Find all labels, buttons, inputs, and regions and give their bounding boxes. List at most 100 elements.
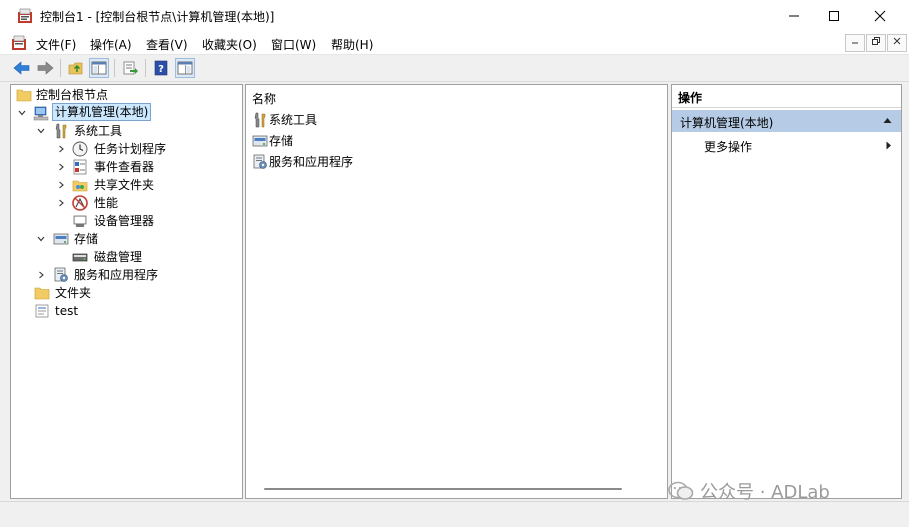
action-pane-icon <box>177 61 193 75</box>
tree-node-folder[interactable]: 文件夹 <box>11 284 241 302</box>
disk-icon <box>72 253 88 262</box>
tree-node-computer-management[interactable]: 计算机管理(本地) <box>11 103 241 122</box>
chevron-right-icon[interactable] <box>37 271 45 279</box>
help-button[interactable]: ? <box>151 58 171 78</box>
export-list-button[interactable] <box>120 58 140 78</box>
action-section-title: 计算机管理(本地) <box>680 116 774 130</box>
menu-bar: 文件(F) 操作(A) 查看(V) 收藏夹(O) 窗口(W) 帮助(H) <box>0 32 909 55</box>
toolbar-separator <box>60 59 61 77</box>
console-menu-icon[interactable] <box>11 35 27 51</box>
action-pane-header: 操作 <box>672 85 901 108</box>
chevron-right-icon[interactable] <box>57 145 65 153</box>
console-tree-pane: 控制台根节点 计算机管理(本地) 系统工具 任务计划程序 事件查看器 共享文件夹… <box>10 84 243 499</box>
tree-label-system-tools: 系统工具 <box>74 124 123 138</box>
submenu-arrow-icon <box>886 141 891 150</box>
chevron-down-icon[interactable] <box>18 109 26 117</box>
tree-label-root: 控制台根节点 <box>36 88 109 102</box>
up-one-level-button[interactable] <box>66 58 86 78</box>
tree-node-device-manager[interactable]: 设备管理器 <box>11 212 241 230</box>
tree-label-services-apps: 服务和应用程序 <box>74 268 159 282</box>
menu-window[interactable]: 窗口(W) <box>271 36 316 53</box>
storage-icon <box>53 233 69 245</box>
more-actions-label: 更多操作 <box>704 140 753 154</box>
list-item[interactable]: 系统工具 <box>250 111 450 129</box>
menu-file[interactable]: 文件(F) <box>36 36 76 53</box>
folder-up-icon <box>68 62 83 75</box>
tree-node-event-viewer[interactable]: 事件查看器 <box>11 158 241 176</box>
minimize-icon <box>789 15 799 17</box>
watermark-text: 公众号 · ADLab <box>700 482 830 503</box>
restore-icon <box>872 37 880 45</box>
title-bar: 控制台1 - [控制台根节点\计算机管理(本地)] <box>0 0 909 32</box>
minimize-icon <box>852 42 858 44</box>
close-button[interactable] <box>857 0 903 32</box>
mmc-app-icon <box>18 8 32 23</box>
list-item[interactable]: 存储 <box>250 132 450 150</box>
shared-folder-icon <box>72 180 88 192</box>
menu-view[interactable]: 查看(V) <box>146 36 188 53</box>
tree-label-disk-management: 磁盘管理 <box>94 250 143 264</box>
services-icon <box>54 267 68 282</box>
device-manager-icon <box>73 215 87 227</box>
tree-node-system-tools[interactable]: 系统工具 <box>11 122 241 140</box>
performance-icon <box>72 195 88 211</box>
horizontal-scrollbar[interactable] <box>264 488 622 490</box>
mdi-minimize-button[interactable] <box>845 34 865 52</box>
toolbar-separator <box>114 59 115 77</box>
maximize-button[interactable] <box>811 0 857 32</box>
watermark: 公众号 · ADLab <box>668 479 830 503</box>
maximize-icon <box>829 11 839 21</box>
folder-icon <box>34 287 50 300</box>
tools-icon <box>55 123 67 139</box>
tree-node-task-scheduler[interactable]: 任务计划程序 <box>11 140 241 158</box>
clock-icon <box>72 141 88 157</box>
forward-arrow-icon <box>37 61 54 75</box>
tree-label-computer-management: 计算机管理(本地) <box>52 103 152 121</box>
tree-node-performance[interactable]: 性能 <box>11 194 241 212</box>
wechat-icon <box>668 481 694 500</box>
chevron-right-icon[interactable] <box>57 199 65 207</box>
menu-action[interactable]: 操作(A) <box>90 36 132 53</box>
menu-favorites[interactable]: 收藏夹(O) <box>202 36 257 53</box>
forward-button[interactable] <box>35 58 55 78</box>
menu-help[interactable]: 帮助(H) <box>331 36 373 53</box>
list-item-label: 存储 <box>269 134 294 148</box>
chevron-down-icon[interactable] <box>37 127 45 135</box>
column-header-name[interactable]: 名称 <box>252 90 276 107</box>
chevron-right-icon[interactable] <box>57 163 65 171</box>
close-icon <box>893 37 901 45</box>
services-icon <box>253 154 267 169</box>
tree-label-shared-folders: 共享文件夹 <box>94 178 155 192</box>
action-pane-title: 操作 <box>678 91 703 105</box>
back-button[interactable] <box>12 58 32 78</box>
action-section-computer-management[interactable]: 计算机管理(本地) <box>672 110 901 132</box>
tree-node-storage[interactable]: 存储 <box>11 230 241 248</box>
tree-label-device-manager: 设备管理器 <box>94 214 155 228</box>
tree-node-shared-folders[interactable]: 共享文件夹 <box>11 176 241 194</box>
mdi-restore-button[interactable] <box>866 34 886 52</box>
tree-label-task-scheduler: 任务计划程序 <box>94 142 167 156</box>
show-hide-tree-button[interactable] <box>89 58 109 78</box>
tree-node-services-apps[interactable]: 服务和应用程序 <box>11 266 241 284</box>
window-title: 控制台1 - [控制台根节点\计算机管理(本地)] <box>40 10 275 24</box>
tree-node-test[interactable]: test <box>11 302 241 320</box>
mdi-close-button[interactable] <box>887 34 907 52</box>
list-item-label: 系统工具 <box>269 113 318 127</box>
tree-label-event-viewer: 事件查看器 <box>94 160 155 174</box>
tree-node-root[interactable]: 控制台根节点 <box>11 86 241 104</box>
event-viewer-icon <box>73 159 87 175</box>
list-item[interactable]: 服务和应用程序 <box>250 153 450 171</box>
computer-management-icon <box>33 106 49 121</box>
chevron-down-icon[interactable] <box>37 235 45 243</box>
toolbar: ? <box>0 55 909 82</box>
link-document-icon <box>35 304 49 318</box>
tools-icon <box>254 112 266 128</box>
chevron-right-icon[interactable] <box>57 181 65 189</box>
collapse-up-icon[interactable] <box>883 117 892 124</box>
tree-label-performance: 性能 <box>94 196 119 210</box>
action-more-actions[interactable]: 更多操作 <box>672 135 901 155</box>
back-arrow-icon <box>13 61 30 75</box>
show-hide-action-pane-button[interactable] <box>175 58 195 78</box>
tree-node-disk-management[interactable]: 磁盘管理 <box>11 248 241 266</box>
tree-label-storage: 存储 <box>74 232 99 246</box>
